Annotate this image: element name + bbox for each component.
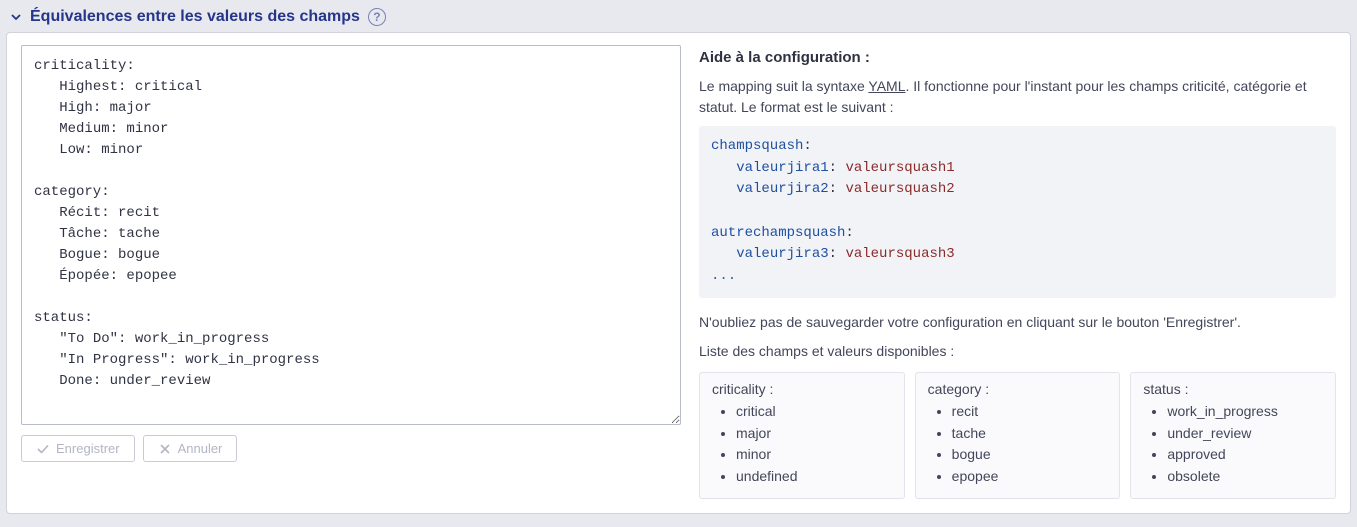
close-icon (158, 442, 172, 456)
code-ellipsis: ... (711, 268, 736, 284)
help-column: Aide à la configuration : Le mapping sui… (699, 45, 1336, 499)
code-key: valeurjira1 (736, 160, 828, 176)
button-row: Enregistrer Annuler (21, 435, 681, 462)
help-icon[interactable]: ? (368, 8, 386, 26)
code-key: champsquash (711, 138, 803, 154)
code-key: valeurjira2 (736, 181, 828, 197)
field-name: category : (928, 381, 1108, 397)
field-value: tache (952, 423, 1108, 445)
help-list-label: Liste des champs et valeurs disponibles … (699, 341, 1336, 362)
field-value: work_in_progress (1167, 401, 1323, 423)
help-reminder: N'oubliez pas de sauvegarder votre confi… (699, 312, 1336, 333)
help-intro-a: Le mapping suit la syntaxe (699, 78, 868, 94)
field-value: bogue (952, 444, 1108, 466)
field-box-criticality: criticality : critical major minor undef… (699, 372, 905, 499)
save-button[interactable]: Enregistrer (21, 435, 135, 462)
code-key: valeurjira3 (736, 246, 828, 262)
help-intro: Le mapping suit la syntaxe YAML. Il fonc… (699, 76, 1336, 118)
field-value: recit (952, 401, 1108, 423)
fields-row: criticality : critical major minor undef… (699, 372, 1336, 499)
code-key: autrechampsquash (711, 225, 845, 241)
field-name: status : (1143, 381, 1323, 397)
field-value: major (736, 423, 892, 445)
cancel-button-label: Annuler (178, 441, 223, 456)
chevron-down-icon (10, 11, 22, 23)
check-icon (36, 442, 50, 456)
editor-column: Enregistrer Annuler (21, 45, 681, 499)
field-value: minor (736, 444, 892, 466)
section-header[interactable]: Équivalences entre les valeurs des champ… (6, 4, 1351, 32)
field-box-category: category : recit tache bogue epopee (915, 372, 1121, 499)
field-value: under_review (1167, 423, 1323, 445)
help-title: Aide à la configuration : (699, 49, 1336, 66)
yaml-link[interactable]: YAML (868, 78, 905, 94)
config-panel: Enregistrer Annuler Aide à la configurat… (6, 32, 1351, 514)
example-codeblock: champsquash: valeurjira1: valeursquash1 … (699, 126, 1336, 298)
field-value: undefined (736, 466, 892, 488)
code-value: valeursquash1 (845, 160, 954, 176)
field-name: criticality : (712, 381, 892, 397)
cancel-button[interactable]: Annuler (143, 435, 238, 462)
field-value: epopee (952, 466, 1108, 488)
code-value: valeursquash3 (845, 246, 954, 262)
field-value: critical (736, 401, 892, 423)
save-button-label: Enregistrer (56, 441, 120, 456)
field-value: approved (1167, 444, 1323, 466)
mapping-textarea[interactable] (21, 45, 681, 425)
field-box-status: status : work_in_progress under_review a… (1130, 372, 1336, 499)
field-value: obsolete (1167, 466, 1323, 488)
section-title: Équivalences entre les valeurs des champ… (30, 8, 360, 26)
code-value: valeursquash2 (845, 181, 954, 197)
